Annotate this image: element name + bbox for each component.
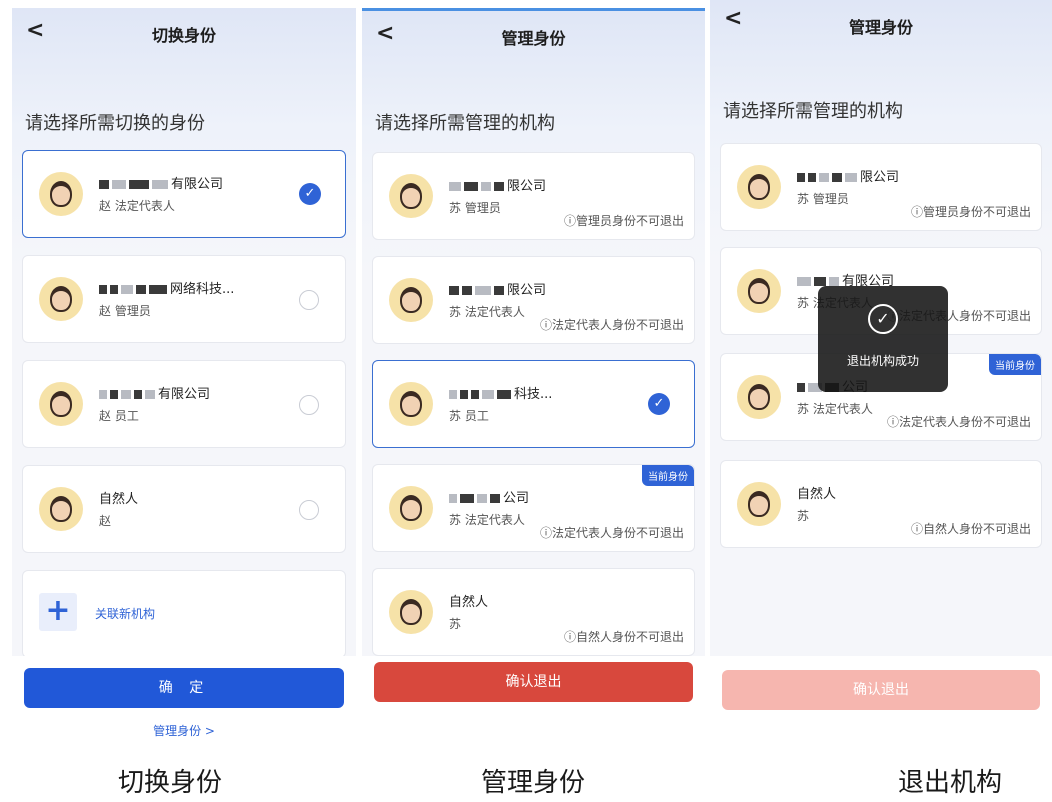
current-identity-badge: 当前身份 [989,354,1041,375]
current-identity-badge: 当前身份 [642,465,694,486]
prompt-text: 请选择所需切换的身份 [25,113,205,134]
organization-card[interactable]: 自然人 苏 ⓘ自然人身份不可退出 [372,568,695,656]
confirm-button[interactable]: 确 定 [24,668,344,708]
org-name: 自然人 [797,487,837,502]
caption-switch-identity: 切换身份 [118,768,223,798]
org-name: 自然人 [449,595,489,610]
add-organization-label: 关联新机构 [95,607,156,621]
avatar [39,277,83,321]
org-name: 限公司 [507,283,547,298]
nav-bar: < 管理身份 [710,0,1052,50]
avatar [389,174,433,218]
cannot-exit-note: ⓘ管理员身份不可退出 [910,205,1031,219]
avatar [39,172,83,216]
radio-button[interactable] [299,500,319,520]
org-name: 有限公司 [171,177,224,192]
switch-identity-screen: < 切换身份 请选择所需切换的身份 有限公司 赵 法定代表人 ✓ 网络科技...… [12,8,356,748]
bottom-bar: 确认退出 [362,656,705,748]
org-name: 限公司 [507,179,547,194]
organization-card[interactable]: 限公司 苏 管理员 ⓘ管理员身份不可退出 [720,143,1042,231]
avatar [737,375,781,419]
role-text: 赵 法定代表人 [99,199,175,213]
manage-identity-link[interactable]: 管理身份 > [12,722,356,739]
organization-card[interactable]: 当前身份 公司 苏 法定代表人 ⓘ法定代表人身份不可退出 [372,464,695,552]
cannot-exit-note: ⓘ自然人身份不可退出 [910,522,1031,536]
manage-identity-screen: < 管理身份 请选择所需管理的机构 限公司 苏 管理员 ⓘ管理员身份不可退出 限… [362,8,705,748]
identity-card[interactable]: 自然人 赵 [22,465,346,553]
page-title: 切换身份 [151,26,216,45]
cannot-exit-note: ⓘ管理员身份不可退出 [563,214,684,228]
avatar [389,590,433,634]
bottom-bar: 确 定 管理身份 > [12,656,356,748]
organization-card[interactable]: 限公司 苏 法定代表人 ⓘ法定代表人身份不可退出 [372,256,695,344]
caption-exit-organization: 退出机构 [898,768,1003,798]
page-title: 管理身份 [501,29,566,48]
nav-bar: < 管理身份 [362,11,705,61]
exit-organization-screen: < 管理身份 请选择所需管理的机构 限公司 苏 管理员 ⓘ管理员身份不可退出 有… [710,0,1052,748]
success-toast: ✓ 退出机构成功 [818,286,948,392]
toast-message: 退出机构成功 [846,354,919,368]
avatar [389,486,433,530]
bottom-bar: 确认退出 [710,656,1052,748]
role-text: 苏 [797,509,810,523]
identity-card[interactable]: 有限公司 赵 法定代表人 ✓ [22,150,346,238]
cannot-exit-note: ⓘ法定代表人身份不可退出 [886,415,1031,429]
avatar [737,165,781,209]
org-name: 限公司 [860,170,900,185]
role-text: 苏 法定代表人 [449,513,525,527]
organization-card[interactable]: 自然人 苏 ⓘ自然人身份不可退出 [720,460,1042,548]
org-name: 科技... [514,387,553,402]
prompt-text: 请选择所需管理的机构 [375,113,555,134]
cannot-exit-note: ⓘ自然人身份不可退出 [563,630,684,644]
identity-card[interactable]: 有限公司 赵 员工 [22,360,346,448]
radio-button[interactable] [299,395,319,415]
role-text: 苏 管理员 [449,201,501,215]
role-text: 苏 [449,617,462,631]
org-name: 有限公司 [158,387,211,402]
avatar [737,482,781,526]
check-circle-icon: ✓ [868,304,898,334]
checked-icon[interactable]: ✓ [648,393,670,415]
confirm-exit-button-disabled[interactable]: 确认退出 [722,670,1040,710]
nav-bar: < 切换身份 [12,8,356,58]
organization-card[interactable]: 科技... 苏 员工 ✓ [372,360,695,448]
role-text: 赵 管理员 [99,304,151,318]
org-name: 网络科技... [170,282,235,297]
confirm-exit-button[interactable]: 确认退出 [374,662,693,702]
role-text: 苏 员工 [449,409,489,423]
avatar [737,269,781,313]
org-name: 自然人 [99,492,139,507]
page-title: 管理身份 [848,18,913,37]
caption-manage-identity: 管理身份 [481,768,586,798]
role-text: 赵 [99,514,112,528]
plus-icon: + [39,593,77,631]
role-text: 赵 员工 [99,409,139,423]
role-text: 苏 法定代表人 [449,305,525,319]
radio-button[interactable] [299,290,319,310]
avatar [39,487,83,531]
checked-icon[interactable]: ✓ [299,183,321,205]
cannot-exit-note: ⓘ法定代表人身份不可退出 [539,318,684,332]
role-text: 苏 管理员 [797,192,849,206]
avatar [389,382,433,426]
role-text: 苏 法定代表人 [797,402,873,416]
avatar [389,278,433,322]
prompt-text: 请选择所需管理的机构 [723,101,903,122]
add-organization-card[interactable]: + 关联新机构 [22,570,346,658]
organization-card[interactable]: 限公司 苏 管理员 ⓘ管理员身份不可退出 [372,152,695,240]
identity-card[interactable]: 网络科技... 赵 管理员 [22,255,346,343]
avatar [39,382,83,426]
org-name: 公司 [503,491,530,506]
cannot-exit-note: ⓘ法定代表人身份不可退出 [539,526,684,540]
